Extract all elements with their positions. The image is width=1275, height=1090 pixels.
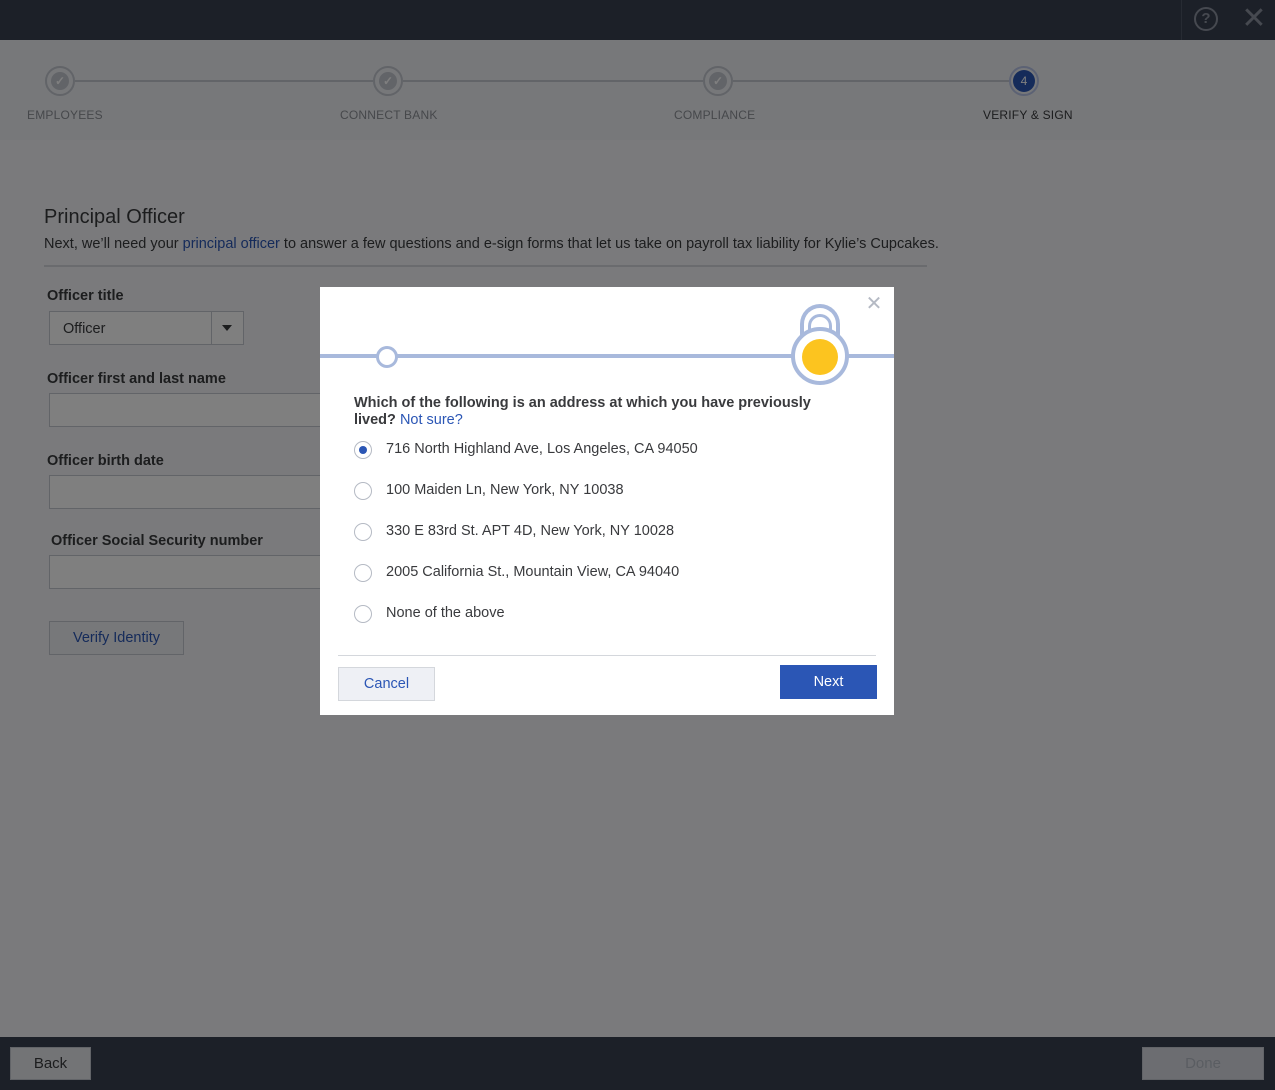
answer-label[interactable]: 330 E 83rd St. APT 4D, New York, NY 1002…: [386, 523, 674, 539]
radio-button[interactable]: [354, 482, 372, 500]
cancel-button[interactable]: Cancel: [338, 667, 435, 701]
answer-label[interactable]: 716 North Highland Ave, Los Angeles, CA …: [386, 441, 698, 457]
radio-button[interactable]: [354, 564, 372, 582]
not-sure-link[interactable]: Not sure?: [400, 412, 463, 428]
security-question: Which of the following is an address at …: [354, 395, 824, 429]
dialog-divider: [338, 655, 876, 656]
next-button[interactable]: Next: [780, 665, 877, 699]
radio-button[interactable]: [354, 605, 372, 623]
radio-button[interactable]: [354, 523, 372, 541]
answer-label[interactable]: 2005 California St., Mountain View, CA 9…: [386, 564, 679, 580]
verify-identity-dialog: ✕ Which of the following is an address a…: [320, 287, 894, 715]
answer-label[interactable]: None of the above: [386, 605, 505, 621]
radio-button[interactable]: [354, 441, 372, 459]
answer-label[interactable]: 100 Maiden Ln, New York, NY 10038: [386, 482, 624, 498]
quiz-progress-dot: [376, 346, 398, 368]
lock-core: [802, 339, 838, 375]
close-icon[interactable]: ✕: [863, 293, 885, 315]
